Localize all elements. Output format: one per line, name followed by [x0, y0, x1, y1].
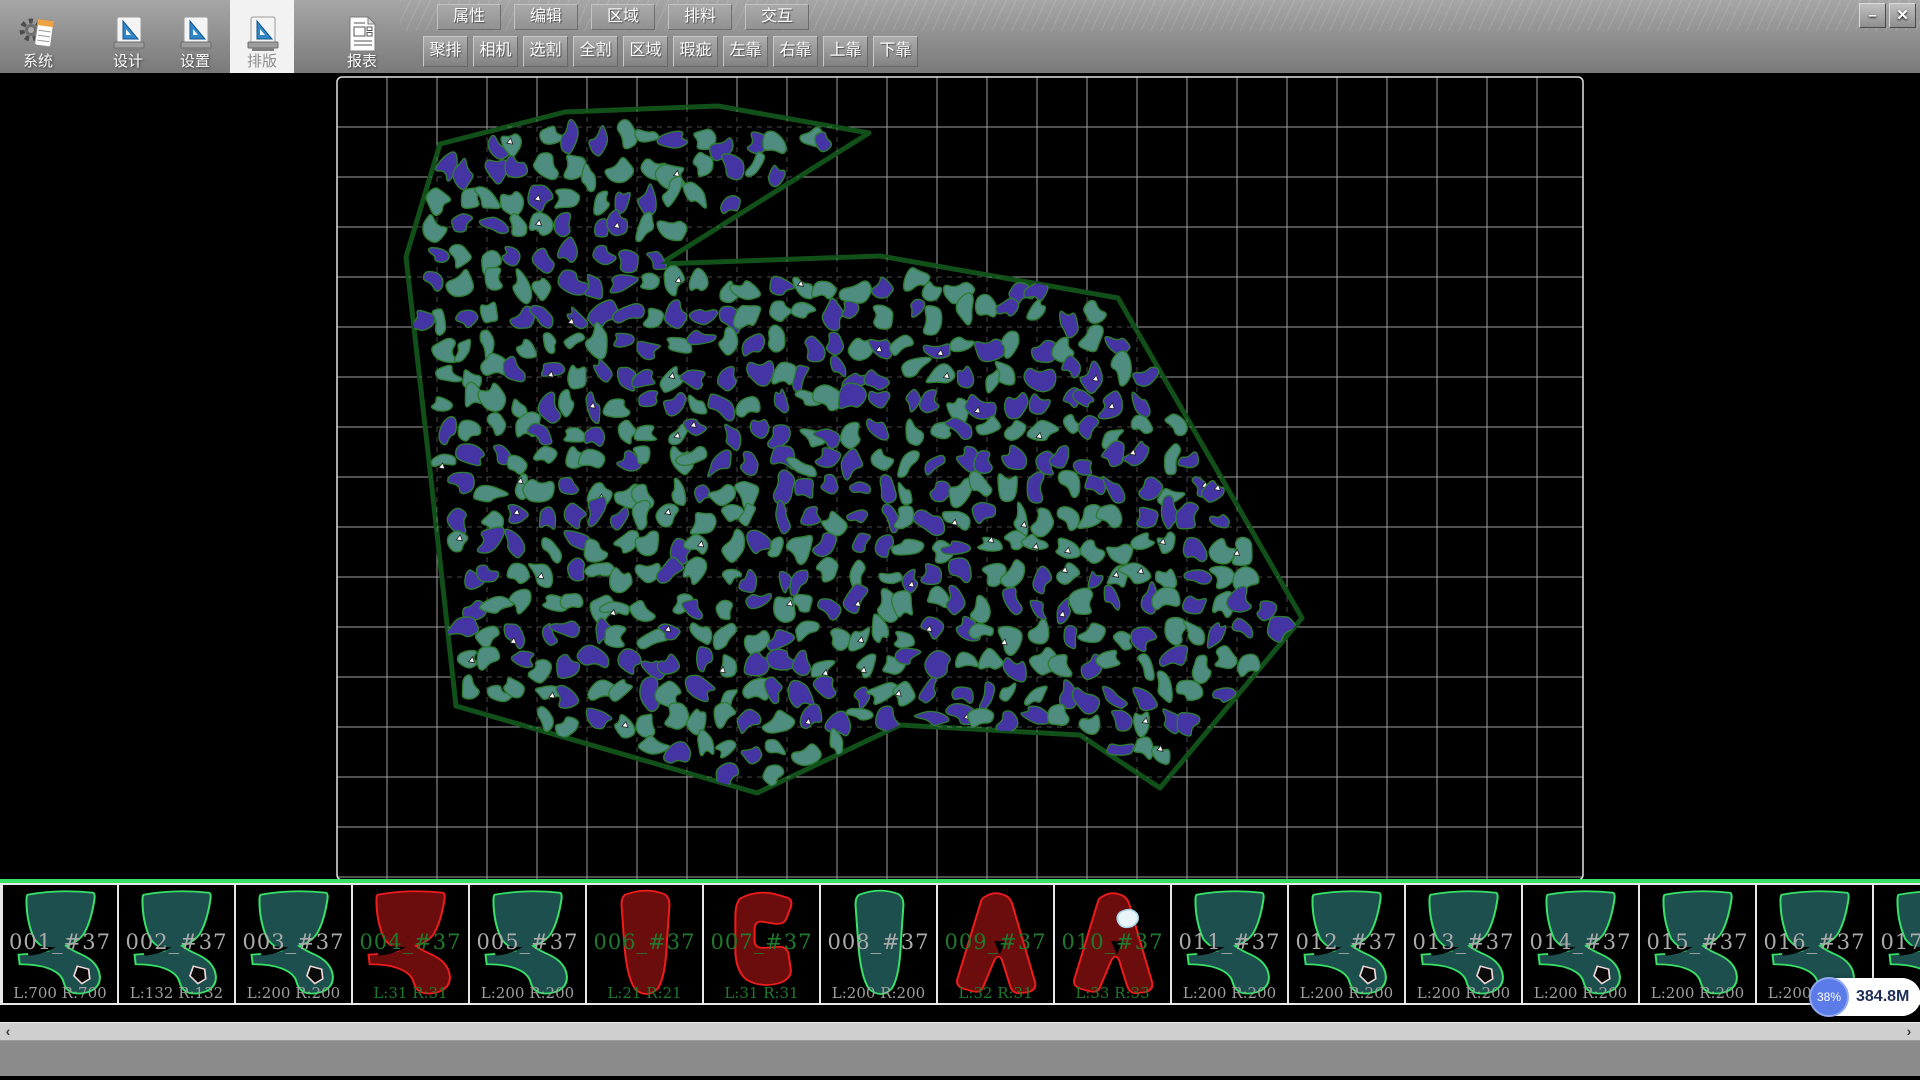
thumbnail-005_#37[interactable]: 005_#37 L:200 R:200 [468, 885, 585, 1003]
piece-thumbnail-strip: 001_#37L:700 R:700002_#37L:132 R:132003_… [0, 879, 1920, 1005]
tool-button-4[interactable]: 全割 [573, 36, 618, 67]
menu-item-3[interactable]: 区域 [591, 4, 655, 30]
menu-bar: 属性编辑区域排料交互 [437, 4, 822, 30]
thumbnail-id: 001_#37 [3, 930, 117, 954]
thumbnail-id: 010_#37 [1055, 930, 1170, 954]
thumbnail-id: 003_#37 [236, 930, 351, 954]
thumbnail-lr-count: L:33 R:33 [1055, 984, 1170, 1002]
thumbnail-lr-count: L:200 R:200 [1406, 984, 1521, 1002]
thumbnail-id: 017_#37 [1874, 930, 1920, 954]
thumbnail-id: 012_#37 [1289, 930, 1404, 954]
thumbnail-002_#37[interactable]: 002_#37 L:132 R:132 [117, 885, 234, 1003]
thumbnail-014_#37[interactable]: 014_#37 L:200 R:200 [1521, 885, 1638, 1003]
thumbnail-012_#37[interactable]: 012_#37 L:200 R:200 [1287, 885, 1404, 1003]
launcher-button-5[interactable]: 报表 [330, 0, 394, 73]
thumbnail-007_#37[interactable]: 007_#37 L:31 R:31 [702, 885, 819, 1003]
toolbar: 系统设计设置排版报表 属性编辑区域排料交互 聚排相机选割全割区域瑕疵左靠右靠上靠… [0, 0, 1920, 74]
design-icon [109, 11, 147, 53]
thumbnail-id: 002_#37 [119, 930, 234, 954]
thumbnail-001_#37[interactable]: 001_#37 L:700 R:700 [0, 885, 117, 1003]
tool-button-1[interactable]: 聚排 [423, 36, 468, 67]
launcher-label: 设置 [180, 53, 210, 71]
tool-button-7[interactable]: 左靠 [723, 36, 768, 67]
thumbnail-list: 001_#37L:700 R:700002_#37L:132 R:132003_… [0, 883, 1920, 1005]
tool-row: 聚排相机选割全割区域瑕疵左靠右靠上靠下靠 [423, 36, 918, 67]
thumbnail-009_#37[interactable]: 009_#37 L:32 R:31 [936, 885, 1053, 1003]
thumbnail-013_#37[interactable]: 013_#37 L:200 R:200 [1404, 885, 1521, 1003]
thumbnail-lr-count: L:31 R:31 [353, 984, 468, 1002]
thumbnail-lr-count: L:700 R:700 [3, 984, 117, 1002]
close-button[interactable]: ✕ [1889, 3, 1916, 28]
thumbnail-lr-count: L:32 R:31 [938, 984, 1053, 1002]
launcher-button-2[interactable]: 设计 [96, 0, 160, 73]
thumbnail-lr-count: L:200 R:200 [1172, 984, 1287, 1002]
launcher-label: 报表 [347, 53, 377, 71]
menu-item-2[interactable]: 编辑 [514, 4, 578, 30]
thumbnail-003_#37[interactable]: 003_#37 L:200 R:200 [234, 885, 351, 1003]
memory-value: 384.8M [1856, 978, 1909, 1016]
launcher-label: 排版 [247, 53, 277, 71]
thumbnail-lr-count: L:200 R:200 [821, 984, 936, 1002]
progress-percent: 38% [1809, 977, 1849, 1017]
tool-button-5[interactable]: 区域 [623, 36, 668, 67]
thumbnail-011_#37[interactable]: 011_#37 L:200 R:200 [1170, 885, 1287, 1003]
application-window: 系统设计设置排版报表 属性编辑区域排料交互 聚排相机选割全割区域瑕疵左靠右靠上靠… [0, 0, 1920, 1080]
launcher-button-4[interactable]: 排版 [230, 0, 294, 73]
thumbnail-id: 014_#37 [1523, 930, 1638, 954]
tool-button-9[interactable]: 上靠 [823, 36, 868, 67]
thumbnail-lr-count: L:21 R:21 [587, 984, 702, 1002]
minimize-button[interactable]: – [1859, 3, 1886, 28]
tool-button-8[interactable]: 右靠 [773, 36, 818, 67]
thumbnail-lr-count: L:31 R:31 [704, 984, 819, 1002]
launcher-label: 系统 [23, 53, 53, 71]
nesting-icon [243, 11, 281, 53]
thumbnail-lr-count: L:200 R:200 [470, 984, 585, 1002]
launcher-label: 设计 [113, 53, 143, 71]
thumbnail-id: 005_#37 [470, 930, 585, 954]
system-icon [18, 11, 58, 53]
thumbnail-lr-count: L:200 R:200 [1523, 984, 1638, 1002]
thumbnail-008_#37[interactable]: 008_#37 L:200 R:200 [819, 885, 936, 1003]
scroll-right-arrow[interactable]: › [1902, 1023, 1916, 1041]
launcher-button-1[interactable]: 系统 [6, 0, 70, 73]
status-bar [0, 1040, 1920, 1076]
menu-item-1[interactable]: 属性 [437, 4, 501, 30]
thumbnail-004_#37[interactable]: 004_#37 L:31 R:31 [351, 885, 468, 1003]
thumbnail-id: 004_#37 [353, 930, 468, 954]
thumbnail-id: 015_#37 [1640, 930, 1755, 954]
thumbnail-010_#37[interactable]: 010_#37 L:33 R:33 [1053, 885, 1170, 1003]
thumbnail-lr-count: L:200 R:200 [1640, 984, 1755, 1002]
thumbnail-015_#37[interactable]: 015_#37 L:200 R:200 [1638, 885, 1755, 1003]
launcher-button-3[interactable]: 设置 [163, 0, 227, 73]
thumbnail-id: 013_#37 [1406, 930, 1521, 954]
tool-button-10[interactable]: 下靠 [873, 36, 918, 67]
thumbnail-id: 008_#37 [821, 930, 936, 954]
thumbnail-id: 016_#37 [1757, 930, 1872, 954]
progress-badge: 38% 384.8M [1810, 978, 1920, 1016]
thumbnail-lr-count: L:132 R:132 [119, 984, 234, 1002]
horizontal-scrollbar[interactable]: ‹ › [0, 1022, 1920, 1040]
report-icon [344, 11, 380, 53]
tool-button-3[interactable]: 选割 [523, 36, 568, 67]
settings-icon [176, 11, 214, 53]
menu-item-4[interactable]: 排料 [668, 4, 732, 30]
thumbnail-id: 007_#37 [704, 930, 819, 954]
thumbnail-lr-count: L:200 R:200 [236, 984, 351, 1002]
thumbnail-lr-count: L:200 R:200 [1289, 984, 1404, 1002]
thumbnail-id: 006_#37 [587, 930, 702, 954]
thumbnail-id: 011_#37 [1172, 930, 1287, 954]
scroll-left-arrow[interactable]: ‹ [1, 1023, 15, 1041]
menu-item-5[interactable]: 交互 [745, 4, 809, 30]
thumbnail-id: 009_#37 [938, 930, 1053, 954]
thumbnail-006_#37[interactable]: 006_#37 L:21 R:21 [585, 885, 702, 1003]
tool-button-6[interactable]: 瑕疵 [673, 36, 718, 67]
tool-button-2[interactable]: 相机 [473, 36, 518, 67]
